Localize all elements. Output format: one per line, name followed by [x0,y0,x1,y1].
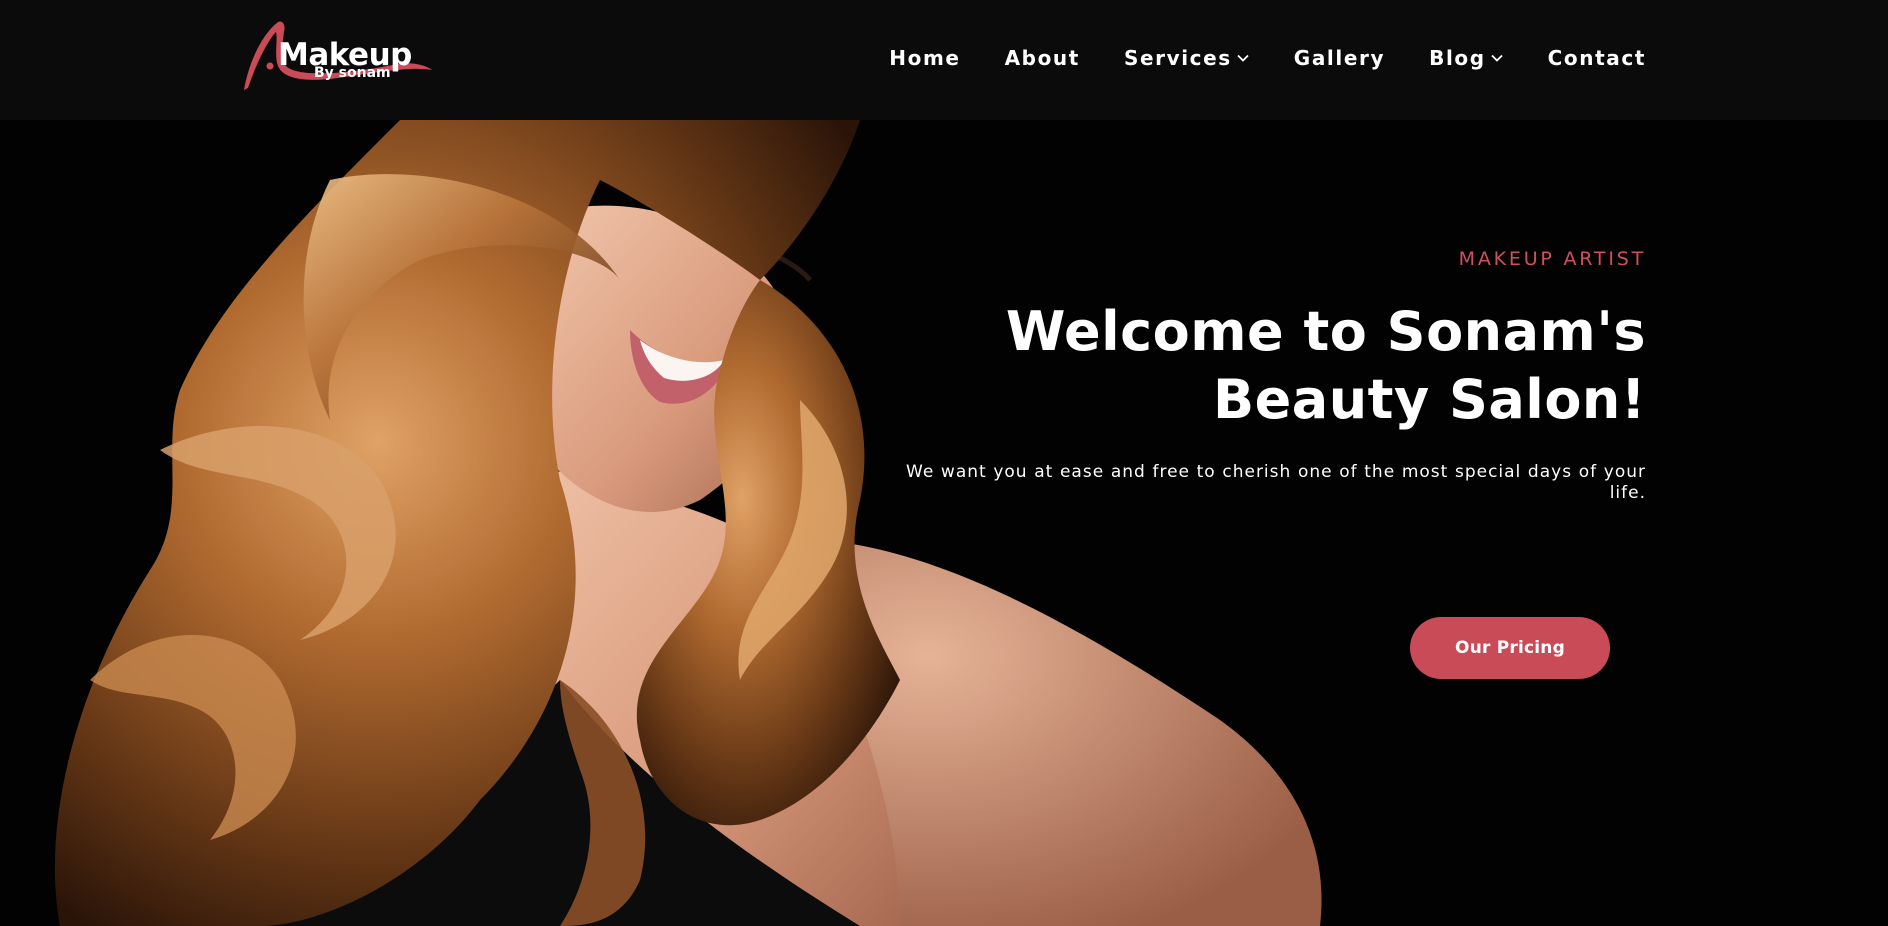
site-header: Makeup By sonam Home About Services Gall… [0,0,1888,120]
our-pricing-button[interactable]: Our Pricing [1410,617,1610,679]
hero-eyebrow: MAKEUP ARTIST [1458,248,1646,270]
hero-title-line-1: Welcome to Sonam's [1005,300,1646,363]
nav-item-label: Home [889,46,961,70]
nav-item-label: About [1004,46,1080,70]
nav-item-home[interactable]: Home [889,46,960,70]
nav-item-blog[interactable]: Blog [1429,46,1504,70]
hero-title-line-2: Beauty Salon! [1213,368,1646,431]
page: Makeup By sonam Home About Services Gall… [0,0,1888,926]
nav-item-contact[interactable]: Contact [1548,46,1646,70]
nav-item-label: Contact [1547,46,1646,70]
chevron-down-icon [1491,54,1503,62]
nav-item-services[interactable]: Services [1124,46,1250,70]
brand-logo[interactable]: Makeup By sonam [238,16,434,96]
logo-tagline: By sonam [314,65,391,81]
hero-model-image [54,120,1322,926]
hero-title: Welcome to Sonam's Beauty Salon! [886,298,1646,434]
nav-item-gallery[interactable]: Gallery [1294,46,1385,70]
nav-item-label: Blog [1429,46,1486,70]
nav-item-about[interactable]: About [1005,46,1080,70]
nav-item-label: Services [1123,46,1232,70]
hero-section: MAKEUP ARTIST Welcome to Sonam's Beauty … [0,120,1888,926]
chevron-down-icon [1237,54,1249,62]
main-nav: Home About Services Gallery Blog Contact [889,46,1646,70]
nav-item-label: Gallery [1293,46,1386,70]
hero-subtitle: We want you at ease and free to cherish … [906,462,1646,503]
